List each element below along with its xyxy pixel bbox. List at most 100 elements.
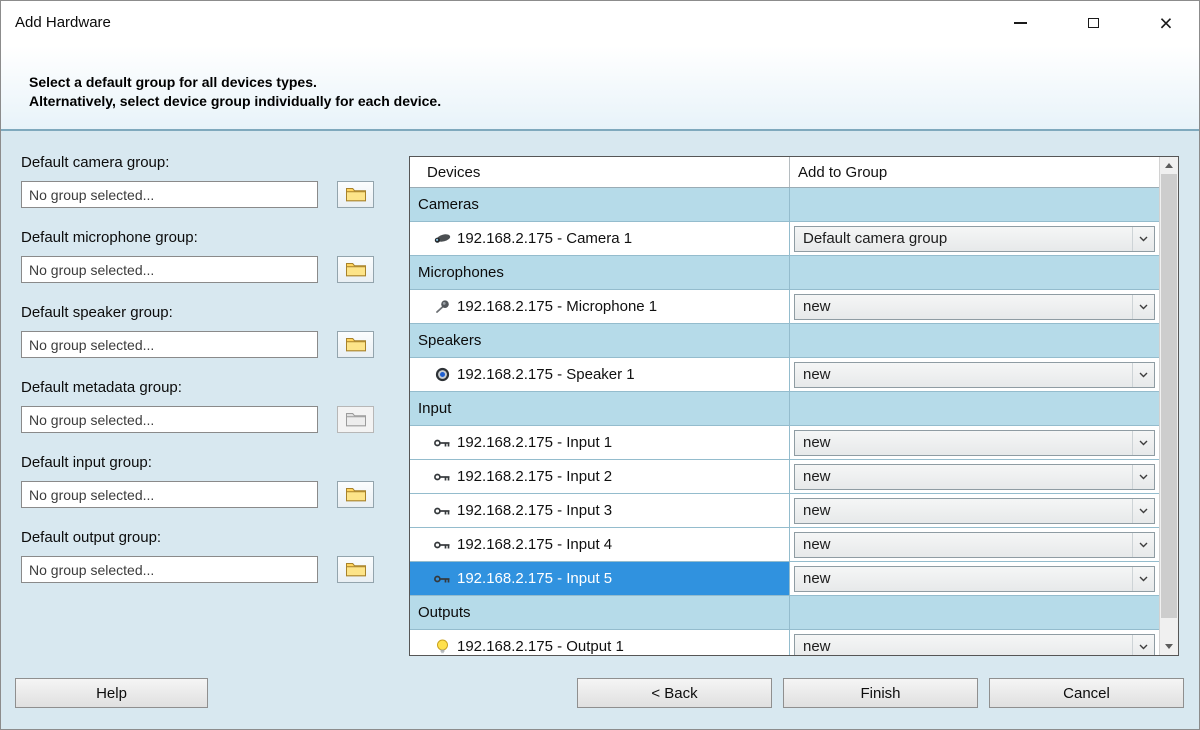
chevron-down-icon[interactable]: [1132, 227, 1154, 251]
add-to-group-dropdown[interactable]: new: [794, 566, 1155, 592]
group-selection-field[interactable]: No group selected...: [21, 556, 318, 583]
column-header-devices[interactable]: Devices: [410, 157, 790, 187]
device-cell[interactable]: 192.168.2.175 - Camera 1: [410, 222, 790, 255]
device-row[interactable]: 192.168.2.175 - Camera 1Default camera g…: [410, 222, 1159, 256]
add-to-group-dropdown[interactable]: new: [794, 430, 1155, 456]
group-cell: new: [790, 426, 1159, 459]
device-cell[interactable]: 192.168.2.175 - Microphone 1: [410, 290, 790, 323]
device-row[interactable]: 192.168.2.175 - Input 1 new: [410, 426, 1159, 460]
group-header-row[interactable]: Input: [410, 392, 1159, 426]
chevron-down-icon[interactable]: [1132, 295, 1154, 319]
device-label: 192.168.2.175 - Speaker 1: [457, 366, 635, 383]
input-icon: [433, 505, 451, 517]
device-label: 192.168.2.175 - Input 2: [457, 468, 612, 485]
default-group-row: No group selected...: [21, 481, 401, 508]
device-label: 192.168.2.175 - Microphone 1: [457, 298, 657, 315]
chevron-down-icon[interactable]: [1132, 499, 1154, 523]
group-cell: new: [790, 494, 1159, 527]
dropdown-value: new: [795, 434, 1132, 451]
browse-group-button[interactable]: [337, 181, 374, 208]
add-to-group-dropdown[interactable]: new: [794, 294, 1155, 320]
table-body: Cameras192.168.2.175 - Camera 1Default c…: [410, 188, 1159, 655]
scrollbar-thumb[interactable]: [1161, 174, 1177, 618]
device-row[interactable]: 192.168.2.175 - Input 4new: [410, 528, 1159, 562]
browse-group-button[interactable]: [337, 331, 374, 358]
device-cell[interactable]: 192.168.2.175 - Input 5: [410, 562, 790, 595]
default-group-row: No group selected...: [21, 256, 401, 283]
scrollbar-up-button[interactable]: [1160, 157, 1178, 174]
add-to-group-dropdown[interactable]: new: [794, 362, 1155, 388]
device-row[interactable]: 192.168.2.175 - Speaker 1 new: [410, 358, 1159, 392]
device-cell[interactable]: 192.168.2.175 - Speaker 1: [410, 358, 790, 391]
device-cell[interactable]: 192.168.2.175 - Input 4: [410, 528, 790, 561]
group-header-row[interactable]: Outputs: [410, 596, 1159, 630]
default-groups-panel: Default camera group:No group selected..…: [21, 154, 401, 604]
group-selection-field[interactable]: No group selected...: [21, 406, 318, 433]
folder-icon: [345, 335, 367, 355]
device-label: 192.168.2.175 - Input 3: [457, 502, 612, 519]
chevron-down-icon[interactable]: [1132, 431, 1154, 455]
device-row[interactable]: 192.168.2.175 - Input 5 new: [410, 562, 1159, 596]
device-cell[interactable]: 192.168.2.175 - Input 2: [410, 460, 790, 493]
add-hardware-window: Add Hardware × Select a default group fo…: [0, 0, 1200, 730]
wizard-content: Default camera group:No group selected..…: [1, 131, 1199, 729]
dropdown-value: new: [795, 298, 1132, 315]
group-header-row[interactable]: Cameras: [410, 188, 1159, 222]
column-header-add-to-group[interactable]: Add to Group: [790, 157, 1159, 187]
instruction-line-2: Alternatively, select device group indiv…: [29, 92, 1199, 111]
finish-button[interactable]: Finish: [783, 678, 978, 708]
chevron-down-icon[interactable]: [1132, 567, 1154, 591]
minimize-button[interactable]: [1011, 13, 1029, 33]
dropdown-value: new: [795, 638, 1132, 655]
device-row[interactable]: 192.168.2.175 - Input 2 new: [410, 460, 1159, 494]
group-selection-field[interactable]: No group selected...: [21, 181, 318, 208]
folder-icon: [345, 260, 367, 280]
group-selection-field[interactable]: No group selected...: [21, 481, 318, 508]
devices-table-main: Devices Add to Group Cameras192.168.2.17…: [410, 157, 1159, 655]
dropdown-value: new: [795, 502, 1132, 519]
device-row[interactable]: 192.168.2.175 - Microphone 1 new: [410, 290, 1159, 324]
chevron-down-icon[interactable]: [1132, 533, 1154, 557]
group-header-row[interactable]: Microphones: [410, 256, 1159, 290]
cancel-button[interactable]: Cancel: [989, 678, 1184, 708]
browse-group-button[interactable]: [337, 481, 374, 508]
browse-group-button: [337, 406, 374, 433]
browse-group-button[interactable]: [337, 256, 374, 283]
browse-group-button[interactable]: [337, 556, 374, 583]
close-button[interactable]: ×: [1157, 13, 1175, 33]
group-header-row[interactable]: Speakers: [410, 324, 1159, 358]
add-to-group-dropdown[interactable]: new: [794, 532, 1155, 558]
default-group-label: Default input group:: [21, 454, 401, 472]
device-cell[interactable]: 192.168.2.175 - Input 1: [410, 426, 790, 459]
group-cell: Default camera group: [790, 222, 1159, 255]
device-row[interactable]: 192.168.2.175 - Output 1 new: [410, 630, 1159, 655]
group-cell: new: [790, 562, 1159, 595]
device-label: 192.168.2.175 - Output 1: [457, 638, 624, 655]
group-selection-field[interactable]: No group selected...: [21, 331, 318, 358]
dropdown-value: new: [795, 570, 1132, 587]
default-group-section: Default microphone group:No group select…: [21, 229, 401, 304]
group-selection-field[interactable]: No group selected...: [21, 256, 318, 283]
add-to-group-dropdown[interactable]: new: [794, 464, 1155, 490]
chevron-down-icon[interactable]: [1132, 465, 1154, 489]
device-row[interactable]: 192.168.2.175 - Input 3 new: [410, 494, 1159, 528]
dropdown-value: new: [795, 366, 1132, 383]
input-icon: [433, 471, 451, 483]
back-button[interactable]: < Back: [577, 678, 772, 708]
add-to-group-dropdown[interactable]: new: [794, 498, 1155, 524]
device-cell[interactable]: 192.168.2.175 - Output 1: [410, 630, 790, 655]
camera-icon: [433, 232, 451, 246]
add-to-group-dropdown[interactable]: new: [794, 634, 1155, 656]
chevron-down-icon[interactable]: [1132, 635, 1154, 656]
group-header-label: Input: [410, 392, 790, 425]
device-cell[interactable]: 192.168.2.175 - Input 3: [410, 494, 790, 527]
maximize-button[interactable]: [1084, 13, 1102, 33]
default-group-row: No group selected...: [21, 406, 401, 433]
table-scrollbar[interactable]: [1159, 157, 1178, 655]
default-group-row: No group selected...: [21, 556, 401, 583]
scrollbar-down-button[interactable]: [1160, 638, 1178, 655]
help-button[interactable]: Help: [15, 678, 208, 708]
chevron-down-icon[interactable]: [1132, 363, 1154, 387]
add-to-group-dropdown[interactable]: Default camera group: [794, 226, 1155, 252]
group-header-spacer: [790, 256, 1159, 289]
